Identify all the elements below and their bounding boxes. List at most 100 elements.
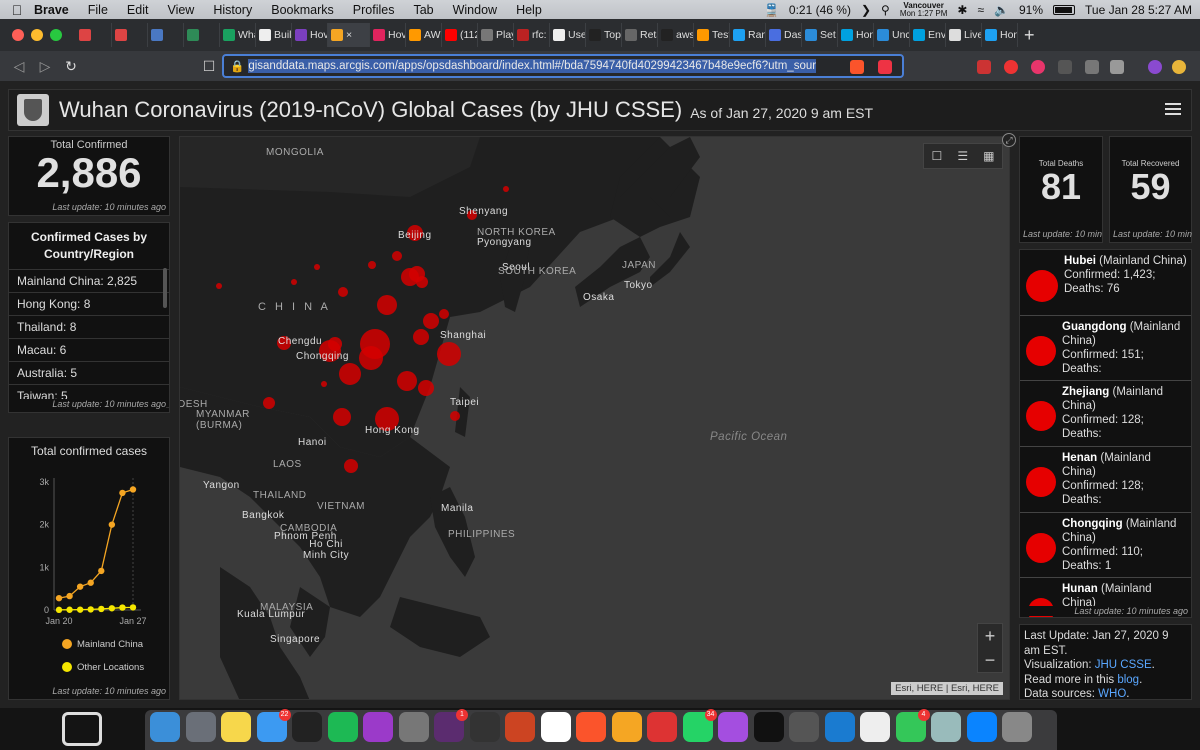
country-row[interactable]: Macau: 6 xyxy=(9,339,169,362)
tab-8[interactable]: Hov xyxy=(370,23,406,47)
zoom-out-button[interactable]: − xyxy=(978,648,1002,672)
data-point[interactable] xyxy=(87,579,94,586)
case-bubble[interactable] xyxy=(437,342,461,366)
data-point[interactable] xyxy=(66,592,73,600)
forward-icon[interactable]: ▷ xyxy=(32,58,58,75)
case-bubble[interactable] xyxy=(418,380,434,396)
hamburger-menu-icon[interactable] xyxy=(1165,100,1181,116)
tab-1[interactable] xyxy=(112,23,148,47)
case-bubble[interactable] xyxy=(359,346,383,370)
case-bubble[interactable] xyxy=(339,363,361,385)
dock-vscode-icon[interactable] xyxy=(824,712,855,742)
data-point[interactable] xyxy=(76,583,84,590)
dock-brave-icon[interactable] xyxy=(576,712,606,742)
volume-icon[interactable]: 🔈 xyxy=(994,3,1009,17)
expand-map-icon[interactable]: ⤢ xyxy=(1002,133,1016,147)
dock-launchpad-icon[interactable] xyxy=(185,712,216,742)
clock[interactable]: Tue Jan 28 5:27 AM xyxy=(1085,3,1192,17)
case-bubble[interactable] xyxy=(413,329,429,345)
dock-notion-icon[interactable] xyxy=(540,712,571,742)
dock-skype-icon[interactable] xyxy=(966,712,997,742)
tab-11[interactable]: Play xyxy=(478,23,514,47)
case-bubble[interactable] xyxy=(216,283,222,289)
zoom-window-button[interactable] xyxy=(50,29,62,41)
case-bubble[interactable] xyxy=(368,261,376,269)
battery-percent[interactable]: 91% xyxy=(1019,3,1043,17)
menu-file[interactable]: File xyxy=(88,3,108,17)
tab-18[interactable]: Ran xyxy=(730,23,766,47)
data-point[interactable] xyxy=(119,604,126,611)
search-icon[interactable]: ⚲ xyxy=(881,3,890,17)
data-point[interactable] xyxy=(108,521,116,528)
tab-20[interactable]: Set xyxy=(802,23,838,47)
extension-icon-2[interactable] xyxy=(1004,60,1018,74)
dock-appletv-icon[interactable] xyxy=(753,712,784,742)
menu-tab[interactable]: Tab xyxy=(413,3,433,17)
world-clock[interactable]: Vancouver Mon 1:27 PM xyxy=(900,1,948,18)
tab-2[interactable] xyxy=(148,23,184,47)
brave-wallet-icon[interactable] xyxy=(1172,60,1186,74)
data-point[interactable] xyxy=(129,604,137,611)
case-bubble[interactable] xyxy=(423,313,439,329)
tab-5[interactable]: Buil xyxy=(256,23,292,47)
data-point[interactable] xyxy=(129,486,137,493)
country-row[interactable]: Hong Kong: 8 xyxy=(9,293,169,316)
tab-10[interactable]: (112 xyxy=(442,23,478,47)
tab-16[interactable]: aws xyxy=(658,23,694,47)
case-bubble[interactable] xyxy=(392,251,402,261)
menu-profiles[interactable]: Profiles xyxy=(353,3,395,17)
back-icon[interactable]: ◁ xyxy=(6,58,32,75)
menu-brave[interactable]: Brave xyxy=(34,3,69,17)
tab-19[interactable]: Das xyxy=(766,23,802,47)
tab-15[interactable]: Reta xyxy=(622,23,658,47)
country-row[interactable]: Australia: 5 xyxy=(9,362,169,385)
case-bubble[interactable] xyxy=(333,408,351,426)
tab-17[interactable]: Test xyxy=(694,23,730,47)
province-item[interactable]: Hubei (Mainland China) Confirmed: 1,423; D… xyxy=(1020,250,1191,316)
tab-12[interactable]: rfc: xyxy=(514,23,550,47)
profile-avatar[interactable] xyxy=(1148,60,1162,74)
dock-whatsapp-icon[interactable]: 34 xyxy=(682,709,717,742)
menu-bookmarks[interactable]: Bookmarks xyxy=(271,3,334,17)
case-bubble[interactable] xyxy=(439,309,449,319)
dock-phpstorm-icon[interactable] xyxy=(363,712,393,742)
data-point[interactable] xyxy=(76,606,84,613)
blog-link[interactable]: blog xyxy=(1117,674,1139,686)
menu-view[interactable]: View xyxy=(167,3,194,17)
province-item[interactable]: Zhejiang (Mainland China) Confirmed: 128;… xyxy=(1020,381,1191,448)
tab-0[interactable] xyxy=(76,23,112,47)
tab-9[interactable]: AW: xyxy=(406,23,442,47)
dock-facetime-icon[interactable]: 4 xyxy=(895,709,930,742)
extension-icon-6[interactable] xyxy=(1110,60,1124,74)
dock-podcasts-icon[interactable] xyxy=(718,712,748,742)
minimize-window-button[interactable] xyxy=(31,29,43,41)
address-bar[interactable]: 🔒 gisanddata.maps.arcgis.com/apps/opsdas… xyxy=(222,54,904,78)
apple-menu-icon[interactable]:  xyxy=(0,2,34,18)
reload-icon[interactable]: ↻ xyxy=(58,58,84,75)
case-bubble[interactable] xyxy=(314,264,320,270)
case-bubble[interactable] xyxy=(397,371,417,391)
data-point[interactable] xyxy=(66,606,73,613)
tab-3[interactable] xyxy=(184,23,220,47)
tab-14[interactable]: Top xyxy=(586,23,622,47)
tab-4[interactable]: Wha xyxy=(220,23,256,47)
tab-22[interactable]: Unc xyxy=(874,23,910,47)
data-point[interactable] xyxy=(87,606,94,613)
case-bubble[interactable] xyxy=(291,279,297,285)
who-link[interactable]: WHO xyxy=(1098,688,1126,699)
dock-slack-icon[interactable]: 1 xyxy=(434,709,468,742)
basemap-gallery-icon[interactable]: ▦ xyxy=(983,149,994,163)
case-bubble[interactable] xyxy=(450,411,460,421)
menu-edit[interactable]: Edit xyxy=(127,3,149,17)
legend-list-icon[interactable]: ☰ xyxy=(957,149,968,163)
bookmark-icon[interactable]: ☐ xyxy=(196,58,222,75)
extension-lastpass-icon[interactable] xyxy=(977,60,991,74)
data-point[interactable] xyxy=(55,606,63,614)
wifi-icon[interactable]: ≈ xyxy=(977,3,984,17)
zoom-in-button[interactable]: + xyxy=(978,624,1002,648)
dock-system-preferences-icon[interactable] xyxy=(398,712,429,742)
new-tab-button[interactable]: + xyxy=(1024,25,1035,46)
dock-photobooth-icon[interactable] xyxy=(789,712,819,742)
extension-pocket-icon[interactable] xyxy=(1058,60,1072,74)
dock-preview-icon[interactable] xyxy=(931,712,961,742)
